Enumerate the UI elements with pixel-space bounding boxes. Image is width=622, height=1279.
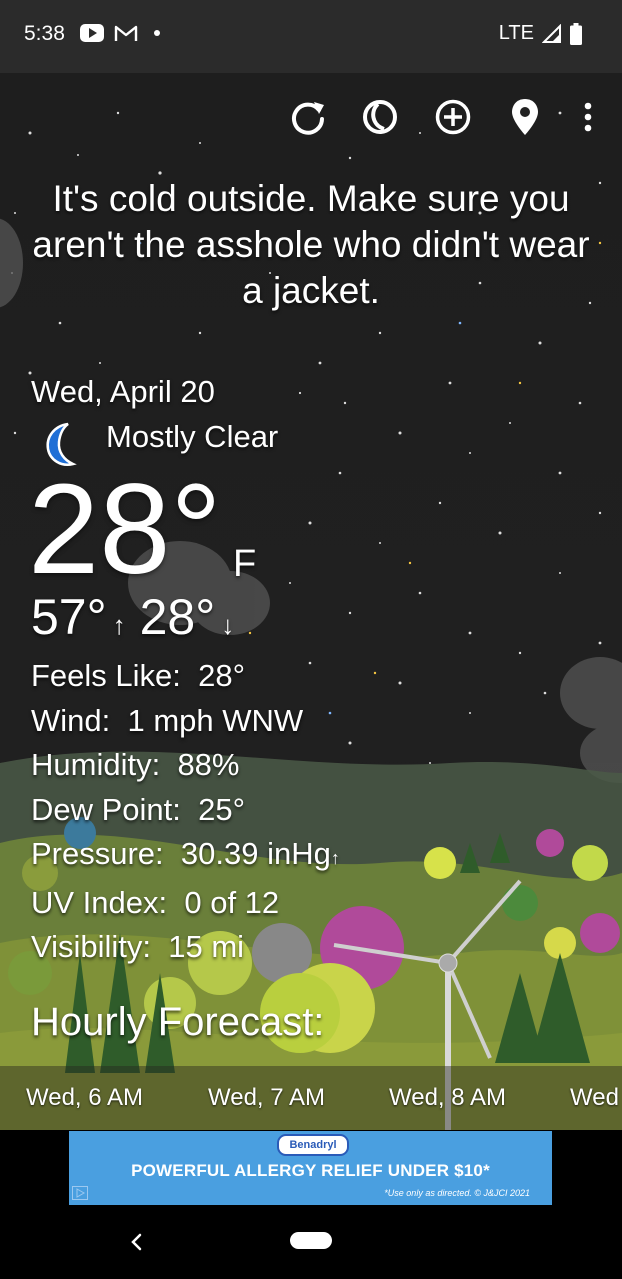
- visibility-value: 15 mi: [168, 929, 245, 964]
- pressure-value: 30.39 inHg: [180, 836, 331, 871]
- arrow-down-icon: ↓: [221, 610, 235, 640]
- hour-item[interactable]: Wed: [570, 1084, 619, 1112]
- visibility-row: Visibility: 15 mi: [31, 925, 340, 970]
- more-options-button[interactable]: [566, 95, 610, 139]
- system-nav-bar: [0, 1206, 622, 1279]
- uv-index-value: 0 of 12: [184, 884, 280, 920]
- status-right: LTE: [499, 22, 582, 45]
- status-time: 5:38: [24, 22, 65, 45]
- moon-phase-button[interactable]: [358, 95, 402, 139]
- high-low: 57° ↑ 28° ↓: [31, 588, 248, 646]
- moon-phase-icon: [363, 100, 397, 134]
- hourly-forecast-title: Hourly Forecast:: [31, 1000, 325, 1044]
- youtube-icon: [80, 24, 104, 42]
- ad-brand-logo: Benadryl: [277, 1134, 349, 1156]
- feels-like-value: 28°: [198, 658, 246, 693]
- refresh-icon: [292, 102, 324, 135]
- headline-message: It's cold outside. Make sure you aren't …: [32, 178, 590, 311]
- location-pin-icon: [512, 99, 538, 135]
- condition-text: Mostly Clear: [106, 419, 279, 454]
- hour-item[interactable]: Wed, 7 AM: [208, 1084, 325, 1112]
- humidity-value: 88%: [177, 747, 240, 782]
- location-button[interactable]: [503, 95, 547, 139]
- add-location-button[interactable]: [431, 95, 475, 139]
- home-pill-button[interactable]: [290, 1232, 332, 1249]
- wind-row: Wind: 1 mph WNW: [31, 699, 340, 744]
- feels-like-label: Feels Like:: [31, 658, 181, 693]
- status-bar: 5:38 LTE: [0, 0, 622, 73]
- feels-like-row: Feels Like: 28°: [31, 654, 340, 699]
- gmail-icon: [114, 25, 138, 41]
- pressure-row: Pressure: 30.39 inHg↑: [31, 832, 340, 881]
- notification-icons: [80, 24, 166, 42]
- back-chevron-icon: [131, 1233, 142, 1251]
- weather-details: Feels Like: 28° Wind: 1 mph WNW Humidity…: [31, 654, 340, 970]
- humidity-label: Humidity:: [31, 747, 161, 782]
- battery-icon: [570, 22, 582, 45]
- more-vert-icon: [584, 102, 592, 132]
- refresh-button[interactable]: [286, 95, 330, 139]
- dew-point-value: 25°: [198, 791, 246, 827]
- arrow-up-icon: ↑: [112, 610, 126, 640]
- temperature-unit: F: [233, 543, 257, 585]
- pressure-label: Pressure:: [31, 836, 164, 871]
- current-date: Wed, April 20: [31, 374, 215, 409]
- visibility-label: Visibility:: [31, 929, 152, 964]
- high-temperature: 57°: [31, 589, 107, 645]
- dot-icon: [154, 30, 160, 36]
- hour-item[interactable]: Wed, 6 AM: [26, 1084, 143, 1112]
- low-temperature: 28°: [139, 589, 216, 645]
- hourly-forecast-strip[interactable]: Wed, 6 AM Wed, 7 AM Wed, 8 AM Wed: [0, 1066, 622, 1130]
- dew-point-row: Dew Point: 25°: [31, 788, 340, 833]
- dew-point-label: Dew Point:: [31, 791, 181, 827]
- hour-item[interactable]: Wed, 8 AM: [389, 1084, 506, 1112]
- network-label: LTE: [498, 22, 534, 44]
- ad-headline: POWERFUL ALLERGY RELIEF UNDER $10*: [131, 1161, 490, 1180]
- banner-ad[interactable]: Benadryl POWERFUL ALLERGY RELIEF UNDER $…: [69, 1131, 552, 1205]
- ad-choices-icon[interactable]: [72, 1186, 88, 1200]
- uv-index-label: UV Index:: [31, 884, 168, 920]
- uv-index-row: UV Index: 0 of 12: [31, 881, 340, 926]
- add-location-icon: [435, 99, 471, 135]
- humidity-row: Humidity: 88%: [31, 743, 340, 788]
- ad-disclaimer: *Use only as directed. © J&JCI 2021: [384, 1188, 530, 1198]
- signal-icon: [542, 23, 561, 43]
- current-temperature: 28°: [28, 458, 222, 601]
- wind-label: Wind:: [31, 702, 111, 738]
- wind-value: 1 mph WNW: [127, 702, 304, 738]
- back-button[interactable]: [122, 1224, 150, 1260]
- pressure-rising-icon: ↑: [330, 848, 340, 868]
